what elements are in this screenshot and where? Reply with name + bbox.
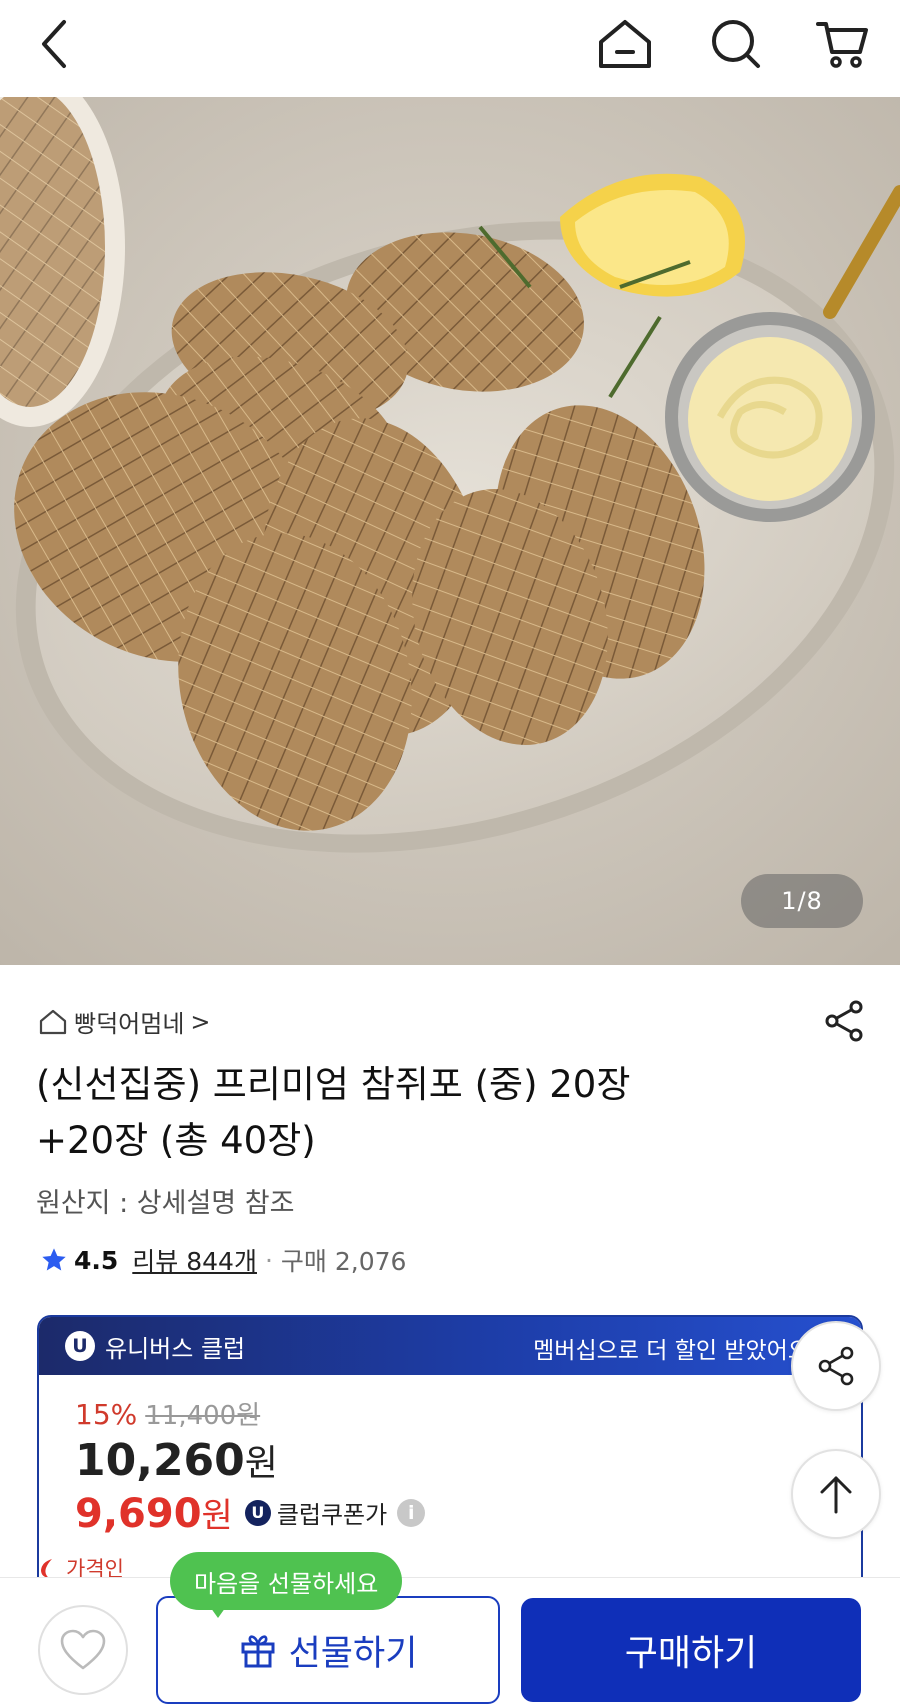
home-icon [599, 20, 651, 68]
rating-row: 4.5 리뷰 844개 · 구매 2,076 [40, 1242, 406, 1278]
wishlist-button[interactable] [38, 1605, 128, 1695]
top-bar [0, 0, 900, 97]
product-title: (신선집중) 프리미엄 참쥐포 (중) 20장 +20장 (총 40장) [36, 1057, 736, 1169]
heart-icon [60, 1629, 106, 1670]
discount-percent: 15% [75, 1398, 138, 1431]
back-button[interactable] [24, 14, 84, 74]
product-image-carousel[interactable]: 1/8 [0, 97, 900, 965]
reviews-link[interactable]: 리뷰 844개 [132, 1242, 257, 1278]
arrow-up-icon [820, 1476, 852, 1514]
tooltip-tail [208, 1604, 228, 1618]
product-title-line2: +20장 (총 40장) [36, 1119, 316, 1162]
search-icon [712, 20, 760, 68]
club-logo: U [65, 1331, 95, 1361]
home-icon [39, 1009, 67, 1034]
cart-button[interactable] [812, 14, 872, 74]
share-icon [825, 1000, 863, 1042]
origin-info: 원산지 : 상세설명 참조 [36, 1188, 295, 1219]
gift-label: 선물하기 [288, 1633, 418, 1674]
sale-price-unit: 원 [244, 1443, 278, 1484]
info-icon[interactable]: i [397, 1498, 426, 1527]
separator-dot: · [264, 1245, 273, 1275]
image-counter: 1/8 [741, 874, 863, 928]
home-button[interactable] [593, 14, 657, 74]
chevron-left-icon [42, 20, 66, 68]
purchase-count: 구매 2,076 [280, 1247, 407, 1276]
buy-button[interactable]: 구매하기 [521, 1598, 861, 1702]
coupon-price-number: 9,690 [75, 1491, 202, 1537]
rating-score: 4.5 [74, 1245, 119, 1275]
store-name: 빵덕어멈네 [74, 1010, 185, 1038]
club-header[interactable]: U 유니버스 클럽 멤버십으로 더 할인 받았어요 [39, 1317, 861, 1375]
chevron-right-icon: > [190, 1007, 211, 1036]
gift-icon [241, 1635, 275, 1668]
cart-icon [816, 22, 868, 68]
share-button[interactable] [818, 995, 870, 1047]
gift-tooltip: 마음을 선물하세요 [170, 1552, 403, 1610]
floating-share-button[interactable] [791, 1321, 881, 1411]
club-price-body: 15% 11,400원 10,260원 9,690원 U 클럽쿠폰가 i [39, 1375, 861, 1537]
star-icon [42, 1248, 66, 1271]
product-photo [0, 97, 900, 965]
original-price: 11,400원 [145, 1401, 261, 1431]
product-title-line1: (신선집중) 프리미엄 참쥐포 (중) 20장 [36, 1063, 631, 1106]
sale-price-number: 10,260 [75, 1435, 245, 1486]
search-button[interactable] [706, 14, 766, 74]
coupon-price: 9,690원 [75, 1488, 233, 1537]
club-coupon-logo: U [244, 1499, 271, 1526]
scroll-top-button[interactable] [791, 1449, 881, 1539]
coupon-label: 클럽쿠폰가 [276, 1501, 388, 1529]
sale-price: 10,260원 [75, 1434, 861, 1486]
coupon-price-unit: 원 [201, 1496, 233, 1536]
share-icon [818, 1346, 854, 1386]
club-name: 유니버스 클럽 [105, 1334, 246, 1363]
club-promo: 멤버십으로 더 할인 받았어요 [533, 1338, 809, 1364]
store-link[interactable]: 빵덕어멈네 > [38, 1004, 211, 1039]
